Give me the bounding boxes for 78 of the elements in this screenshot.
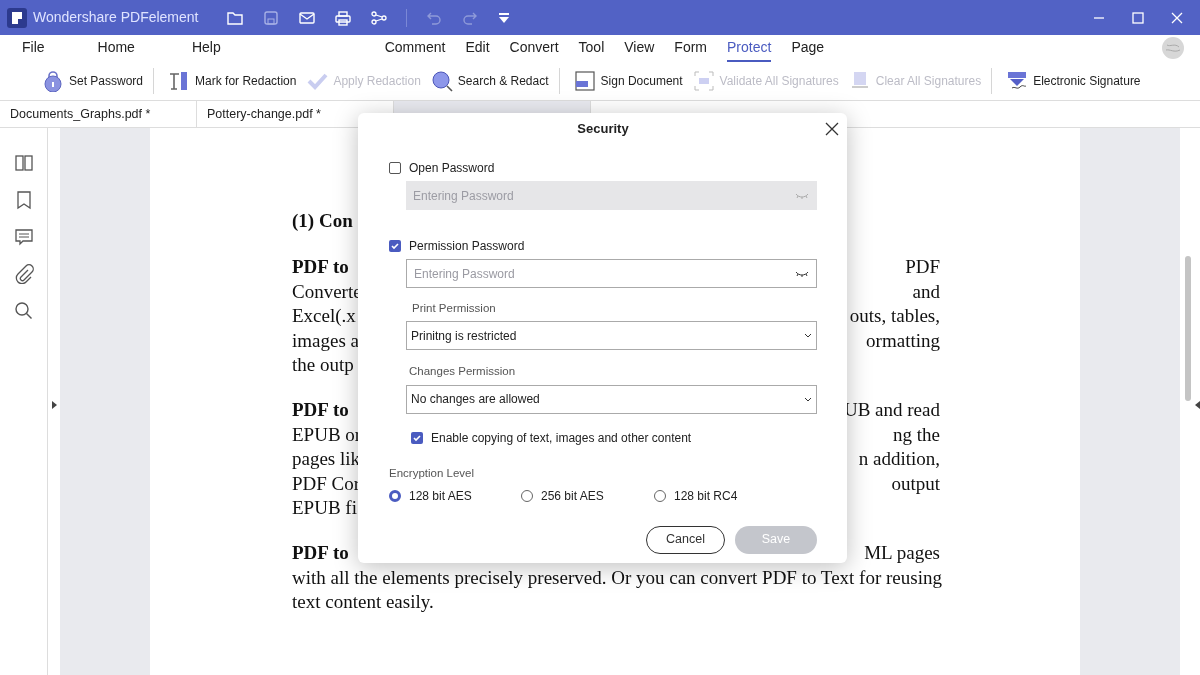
window-title: Wondershare PDFelement xyxy=(33,8,199,27)
app-logo-icon xyxy=(7,7,27,28)
menu-item[interactable]: View xyxy=(624,36,655,62)
document-text: text content easily. xyxy=(292,590,434,615)
document-text: Excel(.x xyxy=(292,304,356,329)
field-label: Changes Permission xyxy=(409,364,517,380)
field-label: Encryption Level xyxy=(389,465,476,481)
document-text: n addition, xyxy=(858,447,940,472)
toolbar-button[interactable]: Electronic Signature xyxy=(1006,69,1141,92)
document-text: the outp xyxy=(292,353,354,378)
search-icon[interactable] xyxy=(13,301,34,321)
document-text: with all the elements precisely preserved. Or you can convert PDF to Text for reusing xyxy=(292,565,942,590)
expand-arrow-icon[interactable] xyxy=(52,401,57,409)
menu-item[interactable]: Protect xyxy=(727,36,772,62)
scrollbar-thumb[interactable] xyxy=(1185,256,1191,401)
toolbar-button[interactable]: Mark for Redaction xyxy=(168,69,297,92)
dropdown[interactable]: Prinitng is restricted xyxy=(406,321,817,351)
document-text: ormatting xyxy=(866,328,940,353)
section-heading: (1) Con xyxy=(292,209,353,233)
menu-item[interactable]: Page xyxy=(791,36,825,62)
document-text: EPUB fi xyxy=(292,496,357,521)
checkbox[interactable] xyxy=(389,240,401,252)
toolbar-button[interactable]: Set Password xyxy=(42,69,144,92)
checkbox-label: Enable copying of text, images and other content xyxy=(431,429,692,447)
menu-item[interactable]: Edit xyxy=(465,36,490,62)
signature-frame-icon xyxy=(573,69,596,92)
checkbox[interactable] xyxy=(411,431,423,444)
field-label: Print Permission xyxy=(412,301,497,316)
document-text: images a xyxy=(292,328,359,353)
expand-arrow-icon[interactable] xyxy=(1195,401,1200,409)
lock-icon xyxy=(42,69,64,92)
menu-item[interactable]: Home xyxy=(97,36,135,62)
menu-item[interactable]: File xyxy=(22,36,45,62)
print-icon[interactable] xyxy=(334,8,353,27)
electronic-signature-icon xyxy=(1006,69,1029,92)
maximize-icon[interactable] xyxy=(1132,11,1144,24)
menu-item[interactable]: Form xyxy=(674,36,707,62)
document-text: ng the xyxy=(893,422,940,447)
cancel-button[interactable]: Cancel xyxy=(646,525,725,554)
document-text: pages lik xyxy=(292,447,361,472)
magnifier-icon xyxy=(430,69,453,92)
share-icon[interactable] xyxy=(370,8,389,27)
checkbox-label: Permission Password xyxy=(409,238,525,255)
menu-item[interactable]: Tool xyxy=(578,36,605,62)
document-text: PDF to xyxy=(292,541,349,566)
radio-option[interactable]: 128 bit RC4 xyxy=(654,486,754,505)
document-text: PDF xyxy=(905,255,940,280)
checkbox[interactable] xyxy=(389,162,401,174)
document-text: PDF to xyxy=(292,255,349,280)
document-text: Converte xyxy=(292,279,362,304)
document-text: output xyxy=(891,471,940,496)
hidden-eye-icon[interactable] xyxy=(795,270,809,278)
toolbar-button[interactable]: Sign Document xyxy=(573,69,683,92)
dropdown-icon[interactable] xyxy=(497,10,512,25)
chevron-down-icon xyxy=(804,333,812,339)
close-icon[interactable] xyxy=(1171,11,1183,24)
menu-item[interactable]: Convert xyxy=(509,36,559,62)
validate-frame-icon xyxy=(692,69,715,92)
dialog-title: Security xyxy=(577,120,629,139)
document-text: ML pages xyxy=(864,541,940,566)
paperclip-icon[interactable] xyxy=(13,264,34,284)
comment-icon[interactable] xyxy=(13,227,34,247)
document-text: and xyxy=(912,279,940,304)
document-text: PDF to xyxy=(292,398,349,423)
chevron-down-icon xyxy=(804,396,812,402)
document-text: PDF Cor xyxy=(292,471,361,496)
document-text: outs, tables, xyxy=(849,304,940,329)
toolbar-button[interactable]: Search & Redact xyxy=(430,69,549,92)
radio-option[interactable]: 128 bit AES xyxy=(389,486,521,505)
avatar-icon xyxy=(1162,37,1184,59)
checkbox-label: Open Password xyxy=(409,160,495,177)
panels-icon[interactable] xyxy=(13,153,34,173)
close-button[interactable] xyxy=(825,122,839,136)
menu-item[interactable]: Help xyxy=(191,36,221,62)
dropdown[interactable]: No changes are allowed xyxy=(406,384,817,414)
menu-item[interactable]: Comment xyxy=(384,36,446,62)
radio-option[interactable]: 256 bit AES xyxy=(521,486,654,505)
password-field[interactable]: Entering Password xyxy=(406,259,817,288)
